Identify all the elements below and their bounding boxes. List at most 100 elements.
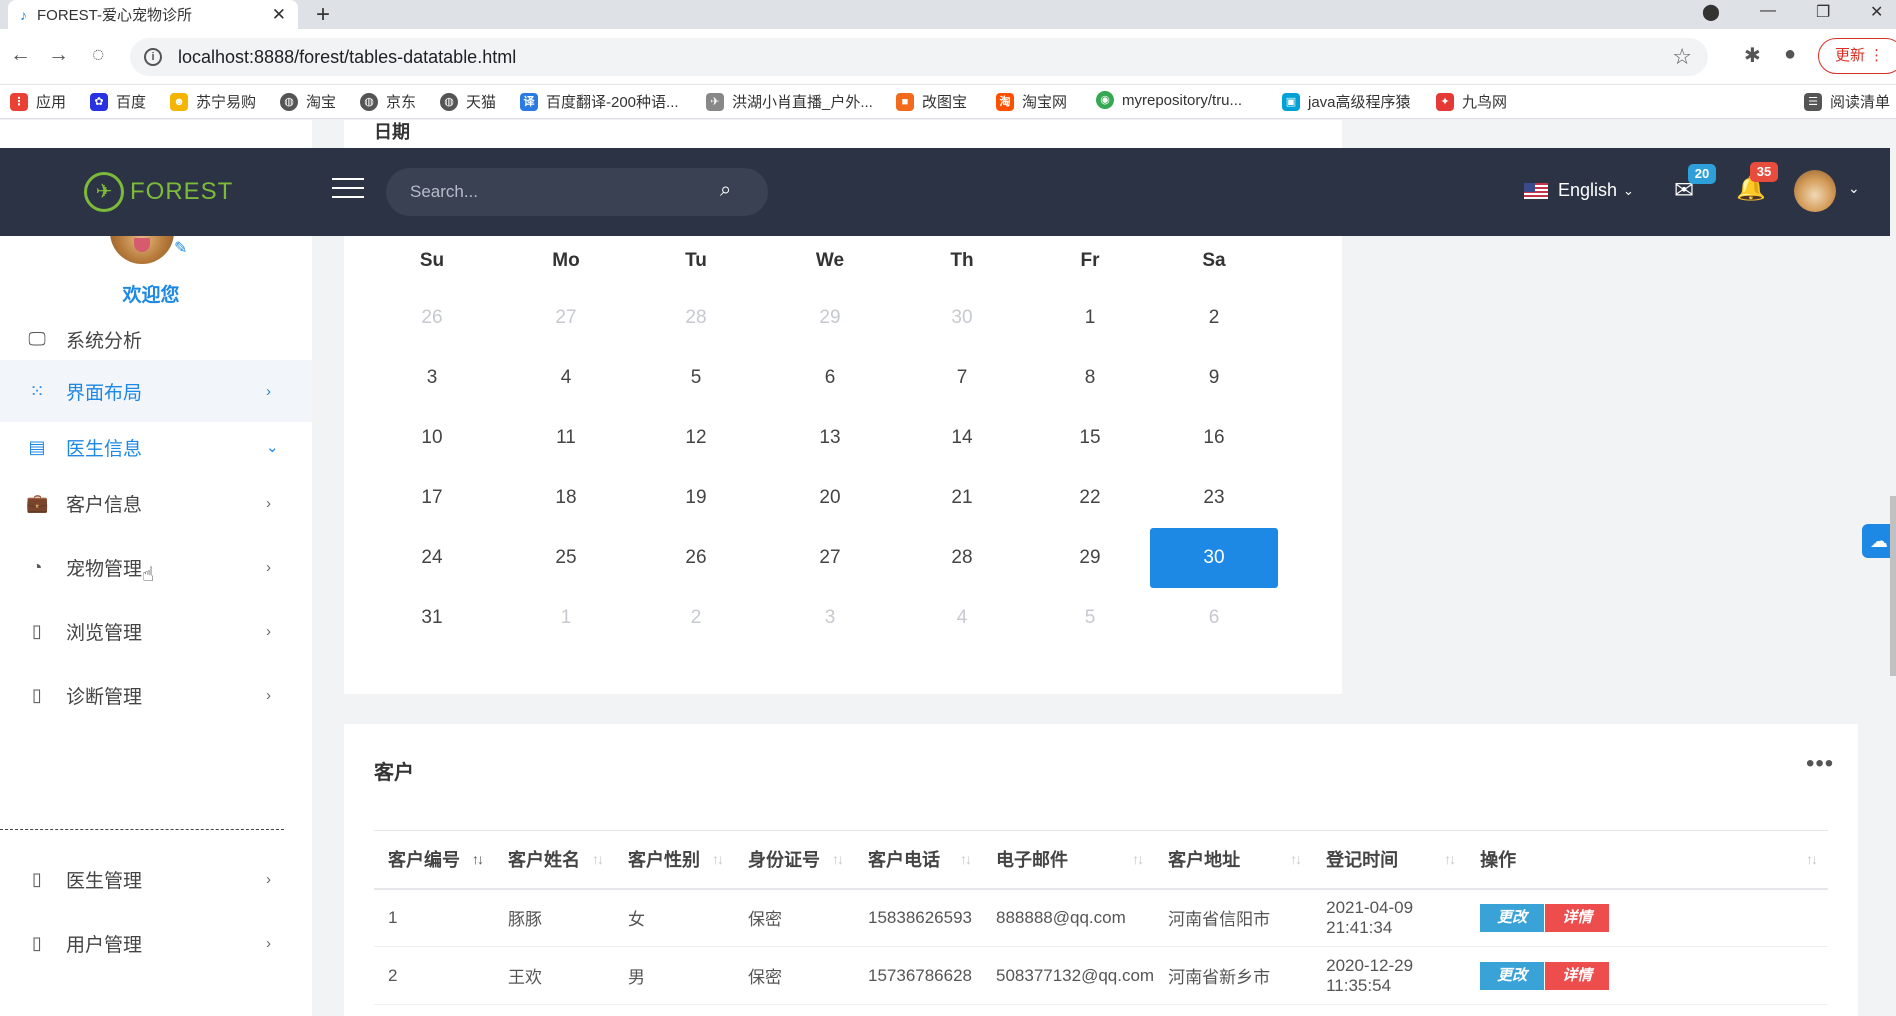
column-header-actions[interactable]: 操作 ↑↓ <box>1466 830 1828 890</box>
calendar-day[interactable]: 30 <box>1150 528 1278 588</box>
bookmark-item[interactable]: ✦ 九鸟网 <box>1436 91 1507 112</box>
bookmark-item[interactable]: 淘淘宝网 <box>996 91 1067 112</box>
calendar-day[interactable]: 13 <box>766 408 894 468</box>
sidebar-item-user-management[interactable]: ▯ 用户管理 › <box>0 912 312 974</box>
calendar-day[interactable]: 29 <box>766 288 894 348</box>
column-header-gender[interactable]: 客户性别 ↑↓ <box>614 830 734 890</box>
calendar-day[interactable]: 28 <box>898 528 1026 588</box>
bookmark-star-icon[interactable]: ☆ <box>1672 44 1692 70</box>
calendar-day[interactable]: 21 <box>898 468 1026 528</box>
calendar-day[interactable]: 5 <box>632 348 760 408</box>
calendar-day[interactable]: 11 <box>502 408 630 468</box>
calendar-day[interactable]: 19 <box>632 468 760 528</box>
update-button[interactable]: 更新 ⋮ <box>1818 38 1896 74</box>
calendar-day[interactable]: 12 <box>632 408 760 468</box>
more-options-icon[interactable]: ••• <box>1806 750 1834 778</box>
search-icon[interactable]: ⌕ <box>720 179 731 202</box>
reading-list[interactable]: ☰ 阅读清单 <box>1804 91 1890 112</box>
calendar-day[interactable]: 26 <box>632 528 760 588</box>
url-field[interactable]: i localhost:8888/forest/tables-datatable… <box>130 38 1708 76</box>
calendar-day[interactable]: 17 <box>368 468 496 528</box>
user-avatar[interactable] <box>1794 170 1836 212</box>
chevron-down-icon[interactable]: ⌄ <box>1848 180 1860 197</box>
page-scrollbar[interactable] <box>1890 496 1896 676</box>
calendar-day[interactable]: 25 <box>502 528 630 588</box>
calendar-day[interactable]: 14 <box>898 408 1026 468</box>
search-input[interactable] <box>410 180 710 204</box>
bookmark-item[interactable]: ✿ 百度 <box>90 91 146 112</box>
calendar-day[interactable]: 1 <box>502 588 630 648</box>
bookmark-item[interactable]: ☻ 苏宁易购 <box>170 91 256 112</box>
site-info-icon[interactable]: i <box>144 48 162 66</box>
sidebar-item-browse-management[interactable]: ▯ 浏览管理 › <box>0 600 312 662</box>
calendar-day[interactable]: 2 <box>632 588 760 648</box>
column-header-address[interactable]: 客户地址 ↑↓ <box>1154 830 1313 890</box>
calendar-day[interactable]: 3 <box>766 588 894 648</box>
bookmark-item[interactable]: ◍ 天猫 <box>440 91 496 112</box>
calendar-day[interactable]: 6 <box>766 348 894 408</box>
minimize-icon[interactable]: — <box>1760 2 1776 20</box>
mail-button[interactable]: ✉ 20 <box>1674 164 1716 205</box>
sidebar-item-diagnosis-management[interactable]: ▯ 诊断管理 › <box>0 664 312 726</box>
calendar-day[interactable]: 15 <box>1026 408 1154 468</box>
bookmark-item[interactable]: ⋮ 应用 <box>10 91 66 112</box>
logo[interactable]: ✈ FOREST <box>84 172 233 212</box>
edit-button[interactable]: 更改 <box>1480 903 1545 932</box>
calendar-day[interactable]: 30 <box>898 288 1026 348</box>
column-header-id-card[interactable]: 身份证号 ↑↓ <box>734 830 854 890</box>
calendar-day[interactable]: 10 <box>368 408 496 468</box>
calendar-day[interactable]: 7 <box>898 348 1026 408</box>
bookmark-item[interactable]: ◍ 京东 <box>360 91 416 112</box>
bookmark-item[interactable]: 译百度翻译-200种语... <box>520 91 679 112</box>
column-header-phone[interactable]: 客户电话 ↑↓ <box>854 830 982 890</box>
sidebar-item-layout[interactable]: ⁙ 界面布局 › <box>0 360 312 422</box>
calendar-day[interactable]: 1 <box>1026 288 1154 348</box>
calendar-day[interactable]: 6 <box>1150 588 1278 648</box>
loading-spinner-icon[interactable]: ◌ <box>92 43 104 67</box>
calendar-day[interactable]: 27 <box>766 528 894 588</box>
edit-button[interactable]: 更改 <box>1480 961 1545 990</box>
bookmark-item[interactable]: ▣ java高级程序猿 <box>1282 91 1411 112</box>
sidebar-item-doctor-info[interactable]: ▤ 医生信息 ⌄ <box>0 416 312 478</box>
forward-icon[interactable]: → <box>48 43 69 67</box>
detail-button[interactable]: 详情 <box>1545 961 1610 990</box>
calendar-day[interactable]: 2 <box>1150 288 1278 348</box>
calendar-day[interactable]: 8 <box>1026 348 1154 408</box>
calendar-day[interactable]: 4 <box>502 348 630 408</box>
calendar-day[interactable]: 27 <box>502 288 630 348</box>
bookmark-item[interactable]: ◉ myrepository/tru... <box>1096 91 1242 109</box>
column-header-registered[interactable]: 登记时间 ↑↓ <box>1312 830 1467 890</box>
sidebar-item-customer-info[interactable]: 💼 客户信息 › <box>0 472 312 534</box>
notification-button[interactable]: 🔔 35 <box>1736 162 1778 203</box>
bookmark-item[interactable]: ■ 改图宝 <box>896 91 967 112</box>
calendar-day[interactable]: 28 <box>632 288 760 348</box>
edit-pencil-icon[interactable]: ✎ <box>174 238 187 258</box>
window-close-icon[interactable]: ✕ <box>1870 2 1883 22</box>
calendar-day[interactable]: 23 <box>1150 468 1278 528</box>
restore-icon[interactable]: ❐ <box>1816 2 1830 22</box>
back-icon[interactable]: ← <box>10 43 31 67</box>
calendar-day[interactable]: 18 <box>502 468 630 528</box>
calendar-day[interactable]: 5 <box>1026 588 1154 648</box>
column-header-id[interactable]: 客户编号 ↑↓ <box>374 830 494 890</box>
menu-toggle-icon[interactable] <box>332 178 364 202</box>
calendar-day[interactable]: 26 <box>368 288 496 348</box>
sidebar-item-doctor-management[interactable]: ▯ 医生管理 › <box>0 848 312 910</box>
tab-search-icon[interactable]: ⬤ <box>1702 2 1720 22</box>
calendar-day[interactable]: 3 <box>368 348 496 408</box>
bookmark-item[interactable]: ◍ 淘宝 <box>280 91 336 112</box>
calendar-day[interactable]: 29 <box>1026 528 1154 588</box>
calendar-day[interactable]: 24 <box>368 528 496 588</box>
new-tab-icon[interactable]: + <box>316 1 330 29</box>
extensions-icon[interactable]: ✱ <box>1744 43 1761 68</box>
tab-close-icon[interactable]: ✕ <box>272 5 286 25</box>
column-header-name[interactable]: 客户姓名 ↑↓ <box>494 830 614 890</box>
bookmark-item[interactable]: ✈ 洪湖小肖直播_户外... <box>706 91 873 112</box>
browser-tab[interactable]: ♪ FOREST-爱心宠物诊所 ✕ <box>8 0 298 29</box>
calendar-day[interactable]: 20 <box>766 468 894 528</box>
detail-button[interactable]: 详情 <box>1545 903 1610 932</box>
sidebar-item-pet-management[interactable]: ◔ 宠物管理 › <box>0 536 312 598</box>
language-selector[interactable]: English ⌄ <box>1524 180 1634 201</box>
calendar-day[interactable]: 31 <box>368 588 496 648</box>
calendar-day[interactable]: 22 <box>1026 468 1154 528</box>
